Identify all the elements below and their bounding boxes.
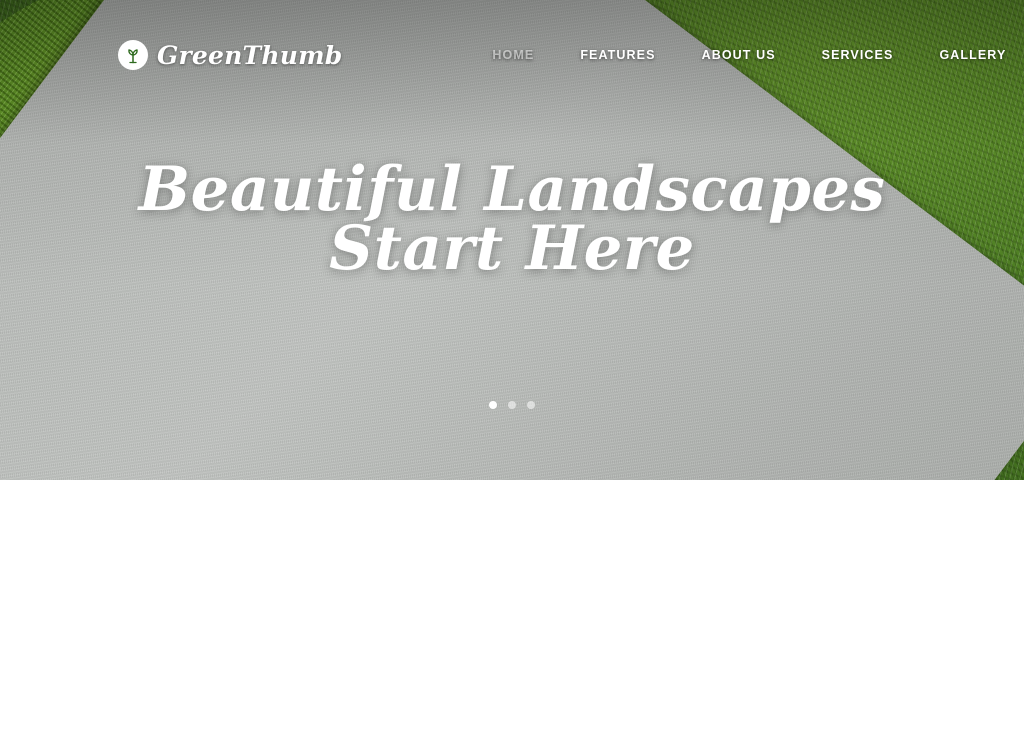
hero-carousel-indicators [0,401,1024,409]
nav-item-home[interactable]: HOME [469,42,557,68]
carousel-dot-1[interactable] [489,401,497,409]
sprout-in-circle-icon [118,40,148,70]
hero-section: GreenThumb HOME FEATURES ABOUT US SERVIC… [0,0,1024,480]
nav-item-about-us[interactable]: ABOUT US [679,42,799,68]
about-section: Welcome to GreenThumb Professional Garde… [0,480,1024,745]
site-header: GreenThumb HOME FEATURES ABOUT US SERVIC… [0,0,1024,110]
nav-item-features[interactable]: FEATURES [557,42,678,68]
carousel-dot-2[interactable] [508,401,516,409]
nav-item-services[interactable]: SERVICES [799,42,917,68]
hero-heading: Beautiful Landscapes Start Here [0,159,1024,285]
nav-item-gallery[interactable]: GALLERY [916,42,1024,68]
site-logo[interactable]: GreenThumb [118,40,342,70]
hero-heading-line-2: Start Here [329,213,695,285]
landing-page: GreenThumb HOME FEATURES ABOUT US SERVIC… [0,0,1024,745]
carousel-dot-3[interactable] [527,401,535,409]
logo-text: GreenThumb [157,40,343,70]
main-navigation: HOME FEATURES ABOUT US SERVICES GALLERY … [469,42,1024,68]
